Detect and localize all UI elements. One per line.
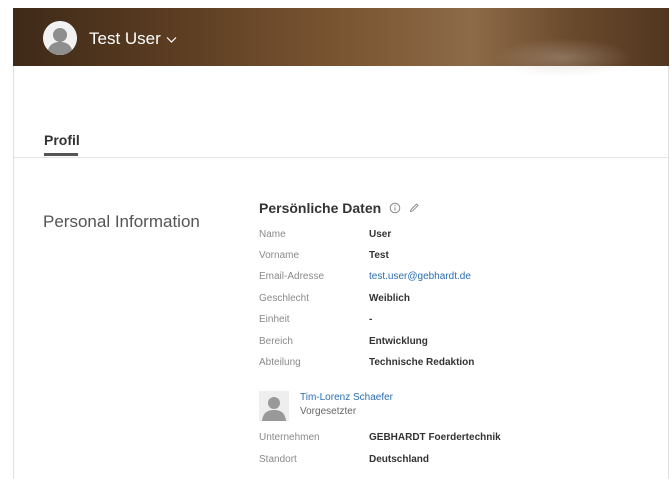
- field-label-name: Name: [259, 229, 286, 240]
- field-label-vorname: Vorname: [259, 250, 300, 261]
- field-label-standort: Standort: [259, 454, 297, 465]
- field-label-abteilung: Abteilung: [259, 357, 301, 368]
- field-value-unternehmen: GEBHARDT Foerdertechnik: [369, 432, 501, 443]
- section-title: Personal Information: [43, 212, 200, 231]
- field-label-geschlecht: Geschlecht: [259, 293, 310, 304]
- field-label-email: Email-Adresse: [259, 271, 325, 282]
- field-value-einheit: -: [369, 314, 373, 325]
- manager-role: Vorgesetzter: [300, 406, 357, 417]
- field-value-geschlecht: Weiblich: [369, 293, 410, 304]
- person-silhouette-icon: [43, 21, 77, 55]
- field-label-einheit: Einheit: [259, 314, 290, 325]
- chevron-down-icon: [166, 36, 177, 43]
- field-value-name: User: [369, 229, 392, 240]
- top-header-bar: Test User: [13, 8, 669, 78]
- field-value-vorname: Test: [369, 250, 389, 261]
- profile-page-container: [13, 66, 669, 479]
- user-menu-toggle[interactable]: Test User: [89, 29, 177, 49]
- field-value-standort: Deutschland: [369, 454, 430, 465]
- field-label-unternehmen: Unternehmen: [259, 432, 320, 443]
- tab-divider: [14, 157, 668, 158]
- field-label-bereich: Bereich: [259, 336, 293, 347]
- user-avatar[interactable]: [43, 21, 77, 55]
- manager-name-link[interactable]: Tim-Lorenz Schaefer: [300, 392, 393, 403]
- info-icon[interactable]: [389, 202, 401, 214]
- active-tab-indicator: [44, 153, 78, 156]
- user-name-label: Test User: [89, 29, 161, 48]
- field-value-abteilung: Technische Redaktion: [369, 357, 475, 368]
- person-silhouette-icon: [259, 391, 289, 421]
- edit-pencil-icon[interactable]: [408, 202, 420, 214]
- card-title: Persönliche Daten: [259, 200, 382, 216]
- email-link[interactable]: test.user@gebhardt.de: [369, 271, 471, 282]
- tab-profil[interactable]: Profil: [44, 132, 80, 148]
- field-value-bereich: Entwicklung: [369, 336, 428, 347]
- manager-avatar[interactable]: [259, 391, 289, 421]
